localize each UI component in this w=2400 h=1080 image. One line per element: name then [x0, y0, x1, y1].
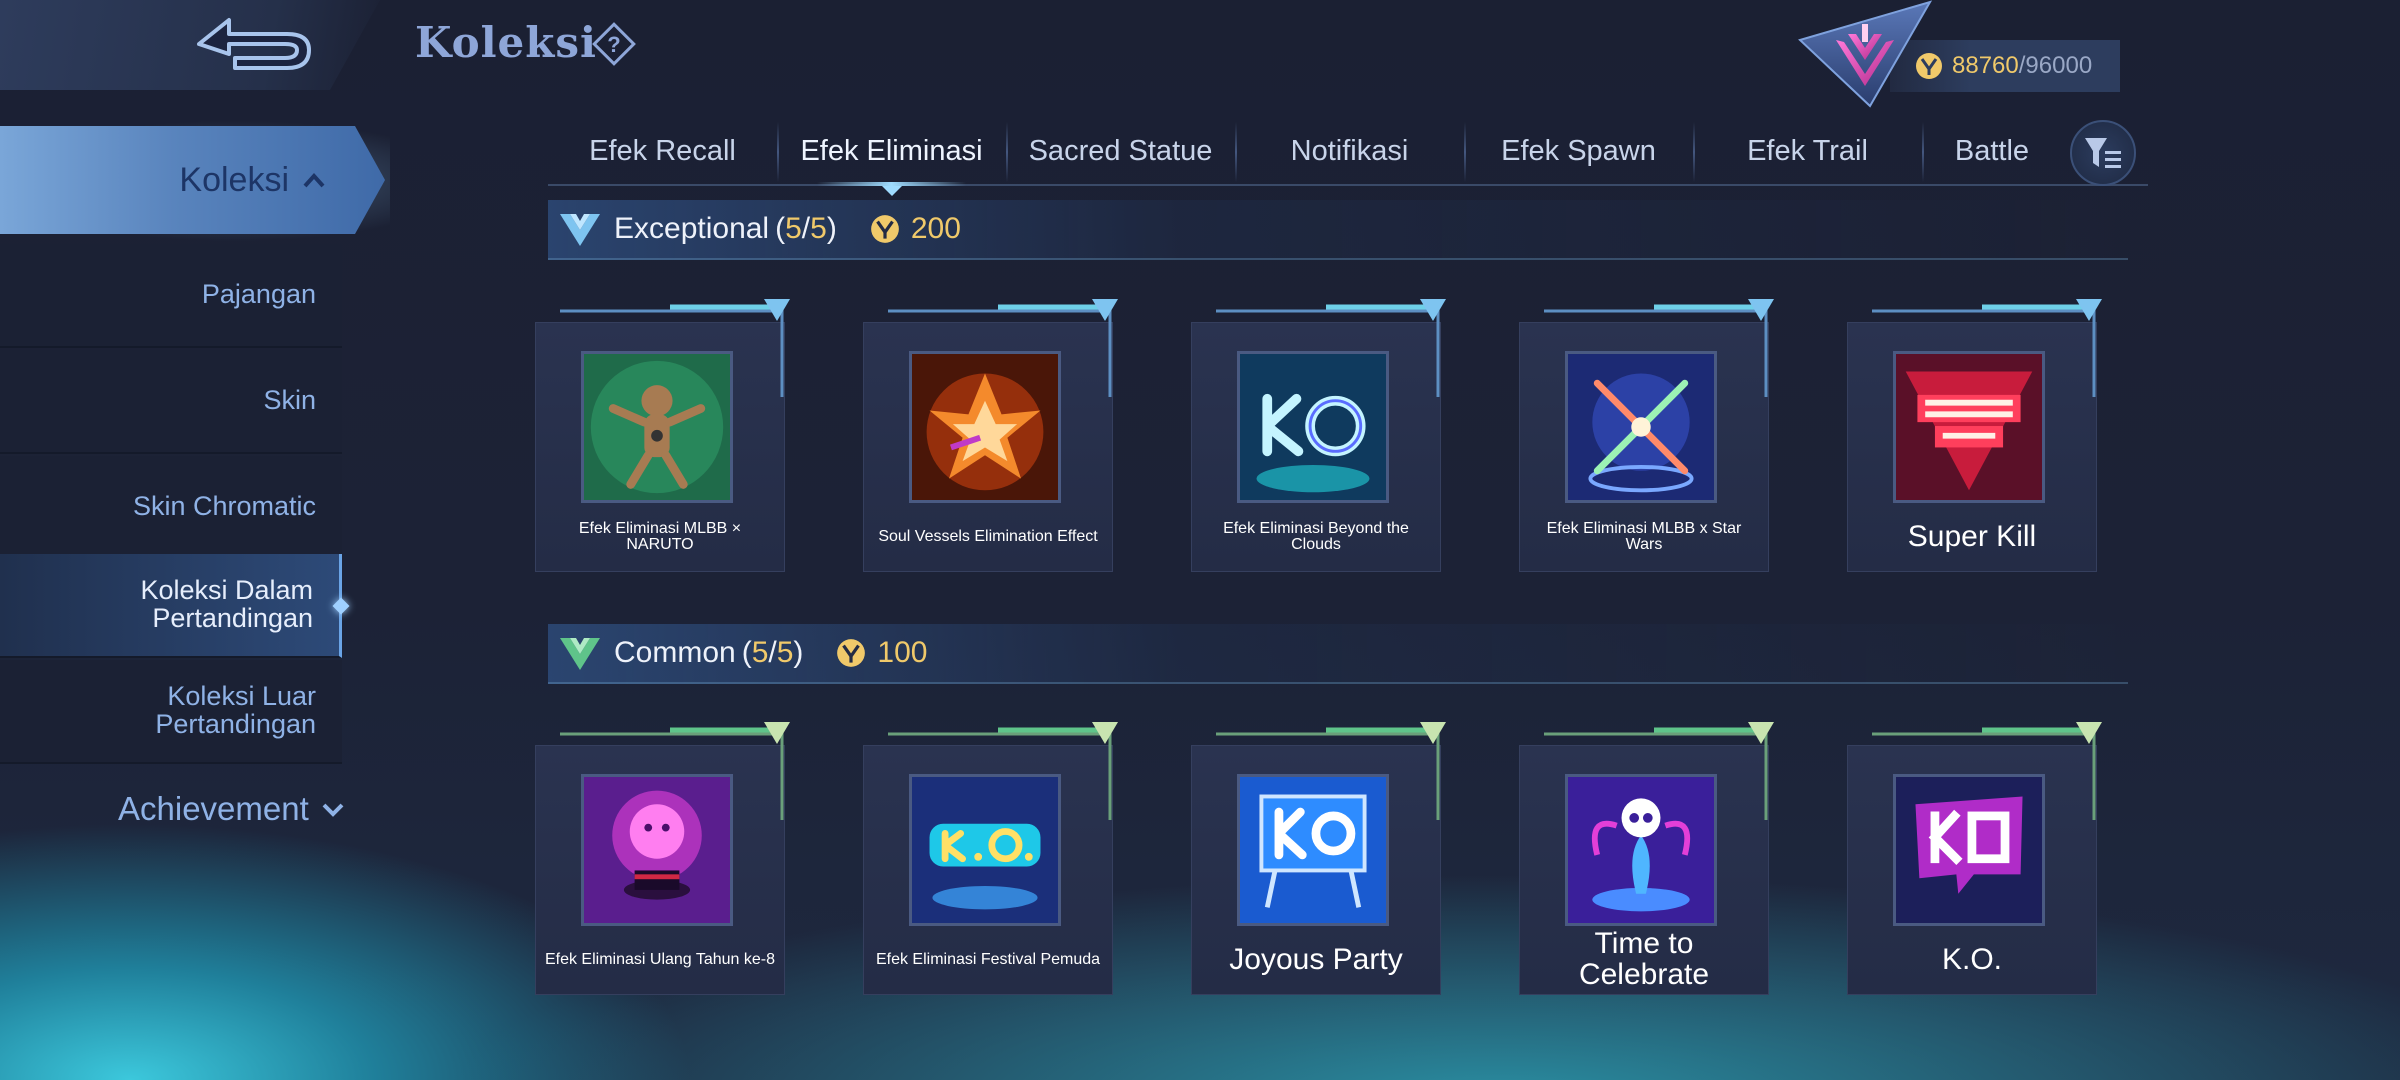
help-button[interactable]: ?	[590, 20, 638, 68]
sidebar-item-label: Pajangan	[201, 279, 316, 310]
sidebar-item-label: Skin Chromatic	[132, 491, 316, 522]
card-label: Time to Celebrate	[1578, 927, 1710, 991]
tab-label: Sacred Statue	[1028, 134, 1213, 167]
tier-exceptional-icon	[560, 214, 600, 246]
sidebar-achievement[interactable]: Achievement	[118, 790, 345, 828]
ko-pixel-bubble-icon	[1893, 774, 2045, 926]
naruto-doll-icon	[581, 351, 733, 503]
card-label: Joyous Party	[1229, 942, 1403, 976]
tab-notifikasi[interactable]: Notifikasi	[1235, 118, 1464, 184]
birthday-magic-hat-icon	[581, 774, 733, 926]
card-label: Soul Vessels Elimination Effect	[878, 527, 1098, 545]
card-label: Super Kill	[1907, 519, 2037, 553]
tab-label: Efek Trail	[1747, 134, 1868, 167]
tier-cost: 100	[835, 636, 927, 670]
collection-card[interactable]: Joyous Party	[1191, 722, 1446, 995]
collection-card[interactable]: Time to Celebrate	[1519, 722, 1774, 995]
category-tabs: Efek Recall Efek Eliminasi Sacred Statue…	[548, 118, 2148, 196]
points-current: 88760	[1952, 52, 2019, 79]
tab-sacred-statue[interactable]: Sacred Statue	[1006, 118, 1235, 184]
question-diamond-icon: ?	[592, 22, 636, 66]
sidebar-achievement-label: Achievement	[118, 790, 309, 827]
chevron-up-icon	[303, 173, 325, 188]
tier-cost: 200	[869, 212, 961, 246]
sidebar-item-skin[interactable]: Skin	[0, 350, 342, 454]
collection-card[interactable]: Efek Eliminasi Festival Pemuda	[863, 722, 1118, 995]
filter-button[interactable]	[2070, 120, 2136, 186]
sidebar-item-koleksi-luar-pertandingan[interactable]: Koleksi Luar Pertandingan	[0, 660, 342, 764]
points-coin-icon	[870, 215, 899, 243]
collection-card[interactable]: Efek Eliminasi Beyond the Clouds	[1191, 299, 1446, 572]
card-label: Efek Eliminasi MLBB x Star Wars	[1546, 519, 1742, 553]
crossed-lightsabers-icon	[1565, 351, 1717, 503]
sidebar-item-label: Koleksi Luar Pertandingan	[155, 681, 316, 739]
ko-billboard-icon	[1237, 774, 1389, 926]
points-max: 96000	[2025, 52, 2093, 79]
fire-burst-icon	[909, 351, 1061, 503]
card-label: Efek Eliminasi Beyond the Clouds	[1223, 519, 1409, 553]
ko-festival-icon	[909, 774, 1061, 926]
tier-common-icon	[560, 638, 600, 670]
card-label: K.O.	[1941, 942, 2002, 976]
card-label: Efek Eliminasi Ulang Tahun ke-8	[544, 950, 776, 968]
tab-efek-eliminasi[interactable]: Efek Eliminasi	[777, 118, 1006, 196]
section-header-common: Common (5/5) 100	[548, 624, 2128, 684]
tier-name: Exceptional	[614, 212, 770, 245]
collection-card[interactable]: Super Kill	[1847, 299, 2102, 572]
back-button[interactable]	[190, 12, 320, 78]
active-tab-caret	[881, 186, 902, 196]
tab-efek-spawn[interactable]: Efek Spawn	[1464, 118, 1693, 184]
tab-label: Efek Recall	[589, 134, 736, 167]
collection-card[interactable]: K.O.	[1847, 722, 2102, 995]
sidebar-item-skin-chromatic[interactable]: Skin Chromatic	[0, 456, 342, 560]
tier-count: (5/5)	[741, 636, 804, 669]
card-label: Efek Eliminasi MLBB × NARUTO	[578, 519, 742, 553]
active-indicator	[332, 597, 350, 615]
tier-name: Common	[614, 636, 736, 669]
collection-card[interactable]: Soul Vessels Elimination Effect	[863, 299, 1118, 572]
ko-neon-blue-icon	[1237, 351, 1389, 503]
tab-label: Battle	[1954, 134, 2030, 167]
super-kill-badge-icon	[1893, 351, 2045, 503]
tab-battle[interactable]: Battle	[1922, 118, 2062, 184]
sidebar-item-label: Skin	[263, 385, 316, 416]
back-arrow-icon	[197, 18, 311, 70]
tier-cost-value: 100	[877, 636, 928, 669]
collection-card[interactable]: Efek Eliminasi MLBB x Star Wars	[1519, 299, 1774, 572]
sidebar-main-koleksi[interactable]: Koleksi	[0, 126, 385, 234]
svg-text:?: ?	[607, 32, 620, 57]
tab-efek-recall[interactable]: Efek Recall	[548, 118, 777, 184]
tier-count: (5/5)	[775, 212, 837, 245]
sidebar-item-pajangan[interactable]: Pajangan	[0, 244, 342, 348]
tab-label: Efek Spawn	[1501, 134, 1656, 167]
tab-label: Efek Eliminasi	[800, 134, 983, 167]
card-label: Efek Eliminasi Festival Pemuda	[875, 950, 1101, 968]
tab-efek-trail[interactable]: Efek Trail	[1693, 118, 1922, 184]
page-title: Koleksi	[415, 18, 597, 67]
tab-label: Notifikasi	[1290, 134, 1409, 167]
tier-cost-value: 200	[910, 212, 961, 245]
skull-fountain-icon	[1565, 774, 1717, 926]
chevron-down-icon	[322, 803, 344, 817]
sidebar-item-label: Koleksi Dalam Pertandingan	[140, 575, 313, 633]
common-items: Efek Eliminasi Ulang Tahun ke-8 Efek Eli…	[535, 722, 2102, 995]
filter-list-icon	[2085, 138, 2121, 168]
sidebar-main-label: Koleksi	[179, 160, 289, 199]
points-coin-icon	[837, 639, 866, 667]
sidebar-item-koleksi-dalam-pertandingan[interactable]: Koleksi Dalam Pertandingan	[0, 554, 350, 658]
rank-emblem-icon[interactable]	[1790, 0, 1940, 108]
exceptional-items: Efek Eliminasi MLBB × NARUTO Soul Vessel…	[535, 299, 2102, 572]
collection-card[interactable]: Efek Eliminasi MLBB × NARUTO	[535, 299, 790, 572]
section-header-exceptional: Exceptional (5/5) 200	[548, 200, 2128, 260]
collection-card[interactable]: Efek Eliminasi Ulang Tahun ke-8	[535, 722, 790, 995]
